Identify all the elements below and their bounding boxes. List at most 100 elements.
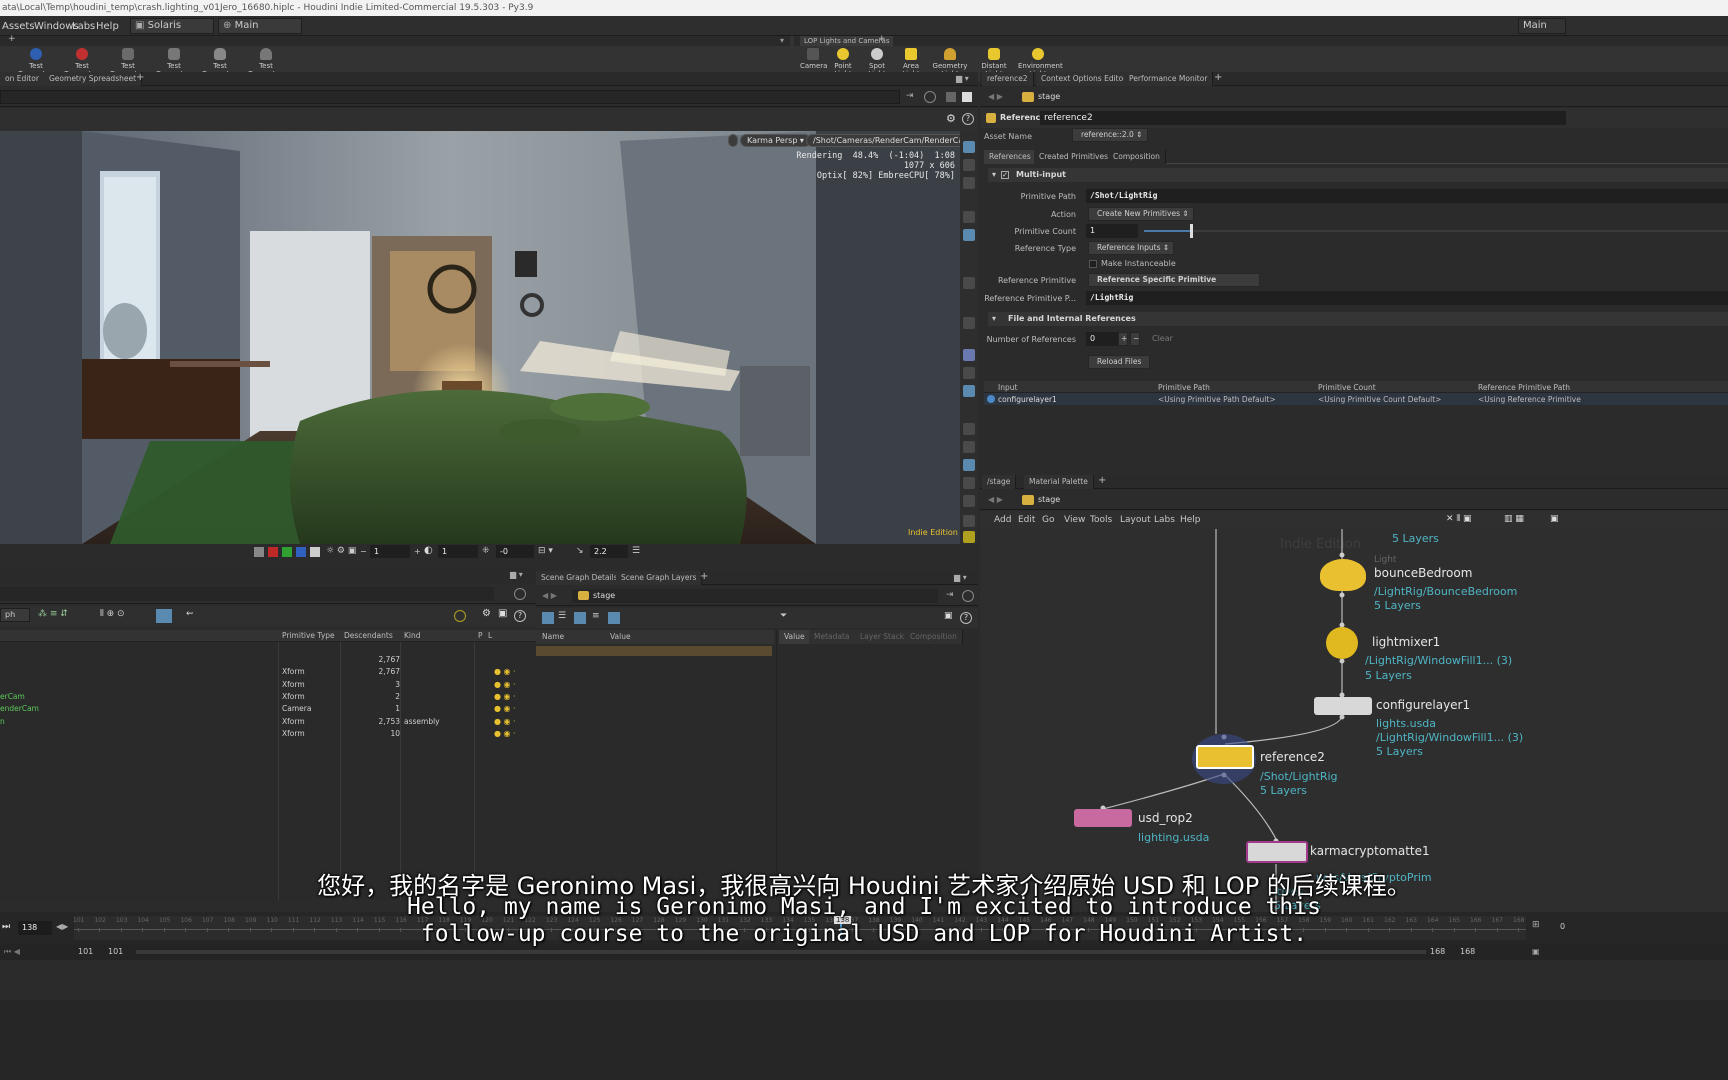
gamma-field[interactable]: 1 [438, 545, 478, 558]
details-selected-row[interactable] [536, 646, 772, 656]
network-select[interactable]: ⊕ Main [218, 18, 302, 34]
tab-performance-monitor[interactable]: Performance Monitor [1124, 72, 1214, 86]
gamma-value-field[interactable]: 2.2 [590, 545, 628, 558]
audio-icon[interactable]: ▣ [1532, 947, 1540, 956]
reference-primitive-menu[interactable]: Reference Specific Primitive [1088, 273, 1260, 287]
contrast-icon[interactable]: ◐ [424, 545, 433, 556]
primitive-count-field[interactable]: 1 [1086, 224, 1138, 238]
range-end-visible[interactable]: 168 [1430, 947, 1445, 956]
swirl-icon[interactable]: ⇜ [186, 609, 194, 619]
menu-tools[interactable]: Tools [1090, 515, 1112, 525]
stats-icon[interactable] [963, 477, 975, 489]
menu-layout[interactable]: Layout [1120, 515, 1151, 525]
help-icon[interactable]: ? [514, 610, 526, 622]
menu-go[interactable]: Go [1042, 515, 1054, 525]
usd-rop-node-icon[interactable] [1074, 809, 1132, 827]
camera-view-icon[interactable] [963, 423, 975, 435]
reference-node-icon[interactable] [1196, 745, 1254, 769]
maximize-icon[interactable] [962, 92, 972, 102]
minus-icon[interactable]: − [360, 547, 367, 556]
primitive-count-slider[interactable] [1144, 230, 1728, 232]
alpha-channel-icon[interactable] [310, 547, 320, 557]
tab-layer-stack[interactable]: Layer Stack [855, 630, 911, 644]
camera-path-menu[interactable]: /Shot/Cameras/RenderCam/RenderCam ▾ [806, 134, 960, 147]
pane-menu-icon[interactable]: ▆ ▾ [954, 573, 967, 582]
background-icon[interactable] [963, 159, 975, 171]
grid-view-icon[interactable] [608, 612, 620, 624]
tab-stage[interactable]: /stage [982, 475, 1017, 489]
sun-icon[interactable]: ☼ ⚙ ▣ [326, 546, 356, 556]
toggle-icon[interactable] [963, 515, 975, 527]
lock-camera-icon[interactable] [728, 134, 738, 147]
sphere-icon[interactable] [963, 441, 975, 453]
green-channel-icon[interactable] [282, 547, 292, 557]
make-instanceable-checkbox[interactable] [1089, 260, 1097, 268]
shelf-tool-camera[interactable]: Camera [800, 48, 827, 70]
snapshot-icon[interactable] [946, 92, 956, 102]
range-start[interactable]: 101 [78, 947, 93, 956]
range-slider[interactable] [136, 950, 1426, 954]
multi-input-checkbox[interactable]: ✓ [1001, 171, 1009, 179]
usd-rop-node-name[interactable]: usd_rop2 [1138, 811, 1193, 825]
offset-field[interactable]: -0 [496, 545, 534, 558]
menu-view[interactable]: View [1064, 515, 1085, 525]
add-tab-icon[interactable]: + [1098, 475, 1106, 486]
red-channel-icon[interactable] [268, 547, 278, 557]
ghost-icon[interactable] [963, 385, 975, 397]
blue-channel-icon[interactable] [296, 547, 306, 557]
layout-icon[interactable]: ▥ ▦ [1504, 514, 1524, 524]
configurelayer-node-icon[interactable] [1314, 697, 1372, 715]
lightmixer-node-icon[interactable] [1326, 627, 1358, 659]
gamma-icon[interactable]: ↘ [576, 546, 584, 556]
add-reference-button[interactable]: + [1118, 332, 1128, 346]
tab-geometry-spreadsheet[interactable]: Geometry Spreadsheet [44, 72, 143, 86]
channels-icon[interactable] [254, 547, 264, 557]
configurelayer-node-name[interactable]: configurelayer1 [1376, 698, 1470, 712]
range-controls-icon[interactable]: ⏮ ◀ [4, 947, 20, 957]
menu-list-icon[interactable]: ☰ [632, 546, 640, 556]
lut-icon[interactable]: ⊟ ▾ [538, 546, 553, 556]
range-end[interactable]: 168 [1460, 947, 1475, 956]
link-icon[interactable] [962, 590, 974, 602]
scene-graph-mode-select[interactable]: ph [0, 608, 30, 622]
scene-graph-row[interactable]: n Xform 2,753 assembly ● ◉ · [0, 716, 536, 728]
reference-node-name[interactable]: reference2 [1260, 750, 1325, 764]
primitive-path-field[interactable]: /Shot/LightRig [1086, 189, 1728, 203]
target-icon[interactable] [454, 610, 466, 622]
exposure-field[interactable]: 1 [370, 545, 410, 558]
tab-network-editor[interactable]: on Editor [0, 72, 45, 86]
camera-menu[interactable]: Karma Persp ▾ [740, 134, 811, 147]
display-options-icon[interactable] [963, 141, 975, 153]
tree-view-icon[interactable] [542, 612, 554, 624]
rows-icon[interactable]: ≡ [592, 611, 600, 621]
details-path-field[interactable]: stage [572, 589, 938, 603]
tab-material-palette[interactable]: Material Palette [1024, 475, 1094, 489]
network-canvas[interactable]: Indie Edition 5 Layers Light bounceBedro… [980, 529, 1728, 913]
main-desktop-select[interactable]: Main [1518, 18, 1566, 34]
filter-icons[interactable]: ⁂ ≡ ⇵ [38, 609, 68, 619]
tab-value[interactable]: Value [779, 630, 811, 644]
visibility-toggle-icons[interactable]: ● ◉ · [494, 666, 516, 678]
gear-icon[interactable]: ⚙ [946, 112, 956, 125]
tools-icon[interactable]: ✕ ⫴ ▣ [1446, 514, 1472, 524]
scene-graph-row[interactable]: erCam Xform 2 ● ◉ · [0, 691, 536, 703]
select-visible-icon[interactable] [963, 367, 975, 379]
tab-metadata[interactable]: Metadata [809, 630, 856, 644]
shelf-menu-icon[interactable]: ▾ [780, 36, 784, 45]
link-icon[interactable] [514, 588, 526, 600]
multi-input-section[interactable]: ▾ ✓ Multi-input [988, 168, 1728, 182]
remove-reference-button[interactable]: − [1130, 332, 1140, 346]
reference-type-menu[interactable]: Reference Inputs ⇕ [1088, 241, 1174, 255]
help-icon[interactable]: ? [960, 612, 972, 624]
lightmixer-node-name[interactable]: lightmixer1 [1372, 635, 1440, 649]
scene-graph-row[interactable]: Xform 10 ● ◉ · [0, 728, 536, 740]
visibility-toggle-icons[interactable]: ● ◉ · [494, 703, 516, 715]
menu-edit[interactable]: Edit [1018, 515, 1035, 525]
menu-labs[interactable]: Labs [1154, 515, 1175, 525]
tab-scene-graph-layers[interactable]: Scene Graph Layers [616, 571, 703, 585]
menu-add[interactable]: Add [994, 515, 1011, 525]
scene-graph-row[interactable]: enderCam Camera 1 ● ◉ · [0, 703, 536, 715]
scene-graph-path-field[interactable] [0, 587, 494, 601]
tab-references[interactable]: References [984, 150, 1037, 164]
camera-icon[interactable]: ▣ [498, 608, 507, 619]
